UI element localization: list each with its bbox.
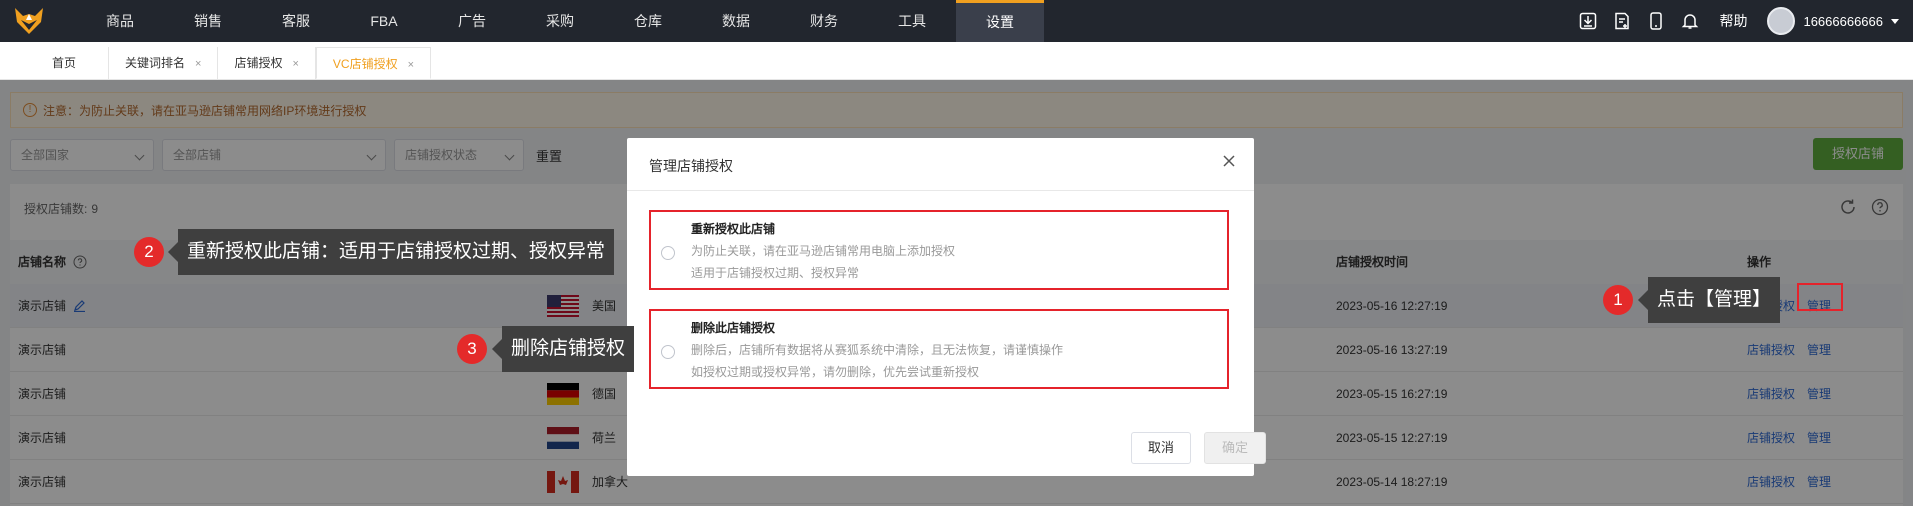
download-icon[interactable] <box>1571 0 1605 42</box>
reauthorize-option[interactable]: 重新授权此店铺 为防止关联，请在亚马逊店铺常用电脑上添加授权 适用于店铺授权过期… <box>649 210 1229 290</box>
tab-label: 关键词排名 <box>125 56 186 70</box>
step-badge-2: 2 <box>134 237 164 267</box>
delete-auth-option[interactable]: 删除此店铺授权 删除后，店铺所有数据将从赛狐系统中清除，且无法恢复，请谨慎操作 … <box>649 309 1229 389</box>
close-icon[interactable]: × <box>408 59 414 71</box>
nav-item-warehouse[interactable]: 仓库 <box>604 0 692 42</box>
nav-item-finance[interactable]: 财务 <box>780 0 868 42</box>
tab-label: VC店铺授权 <box>332 57 398 71</box>
nav-item-products[interactable]: 商品 <box>76 0 164 42</box>
chevron-down-icon[interactable] <box>1891 18 1899 24</box>
nav-item-ads[interactable]: 广告 <box>428 0 516 42</box>
user-name[interactable]: 16666666666 <box>1803 14 1883 29</box>
tab-bar: 首页 关键词排名 × 店铺授权 × VC店铺授权 × <box>0 42 1913 80</box>
callout-3: 删除店铺授权 <box>491 326 635 372</box>
fox-logo-icon[interactable] <box>0 0 58 42</box>
modal-divider <box>627 190 1254 191</box>
tab-store-auth[interactable]: 店铺授权 × <box>218 47 316 79</box>
tab-label: 首页 <box>52 56 77 70</box>
close-icon[interactable]: × <box>292 58 298 70</box>
mobile-icon[interactable] <box>1639 0 1673 42</box>
option-desc: 删除后，店铺所有数据将从赛狐系统中清除，且无法恢复，请谨慎操作 <box>691 343 1064 357</box>
nav-item-settings[interactable]: 设置 <box>956 0 1044 42</box>
step-badge-3: 3 <box>457 334 487 364</box>
nav-item-tools[interactable]: 工具 <box>868 0 956 42</box>
callout-1: 点击【管理】 <box>1637 277 1781 323</box>
tab-keyword-ranking[interactable]: 关键词排名 × <box>109 47 219 79</box>
nav-item-sales[interactable]: 销售 <box>164 0 252 42</box>
callout-2: 重新授权此店铺：适用于店铺授权过期、授权异常 <box>167 229 615 275</box>
tab-vc-store-auth[interactable]: VC店铺授权 × <box>315 47 432 79</box>
option-title: 重新授权此店铺 <box>691 222 776 236</box>
modal-title: 管理店铺授权 <box>649 158 733 174</box>
reauthorize-radio[interactable] <box>661 246 675 260</box>
document-add-icon[interactable] <box>1605 0 1639 42</box>
confirm-button[interactable]: 确定 <box>1204 432 1266 464</box>
avatar[interactable] <box>1767 7 1796 35</box>
option-desc: 如授权过期或授权异常，请勿删除，优先尝试重新授权 <box>691 365 980 379</box>
tab-label: 店铺授权 <box>234 56 283 70</box>
close-icon[interactable]: × <box>195 58 201 70</box>
nav-item-purchase[interactable]: 采购 <box>516 0 604 42</box>
delete-auth-radio[interactable] <box>661 345 675 359</box>
cancel-button[interactable]: 取消 <box>1131 432 1191 464</box>
nav-item-customer-service[interactable]: 客服 <box>252 0 340 42</box>
help-link[interactable]: 帮助 <box>1719 11 1747 31</box>
close-icon[interactable] <box>1222 152 1236 173</box>
nav-item-data[interactable]: 数据 <box>692 0 780 42</box>
option-desc: 适用于店铺授权过期、授权异常 <box>691 266 860 280</box>
nav-item-fba[interactable]: FBA <box>340 0 428 42</box>
manage-highlight-box <box>1797 283 1843 311</box>
option-title: 删除此店铺授权 <box>691 321 776 335</box>
bell-icon[interactable] <box>1673 0 1707 42</box>
option-desc: 为防止关联，请在亚马逊店铺常用电脑上添加授权 <box>691 244 956 258</box>
step-badge-1: 1 <box>1603 285 1633 315</box>
manage-auth-modal: 管理店铺授权 重新授权此店铺 为防止关联，请在亚马逊店铺常用电脑上添加授权 适用… <box>627 138 1266 476</box>
tab-home[interactable]: 首页 <box>20 47 110 79</box>
top-navbar: 商品 销售 客服 FBA 广告 采购 仓库 数据 财务 工具 设置 帮助 166… <box>0 0 1913 42</box>
